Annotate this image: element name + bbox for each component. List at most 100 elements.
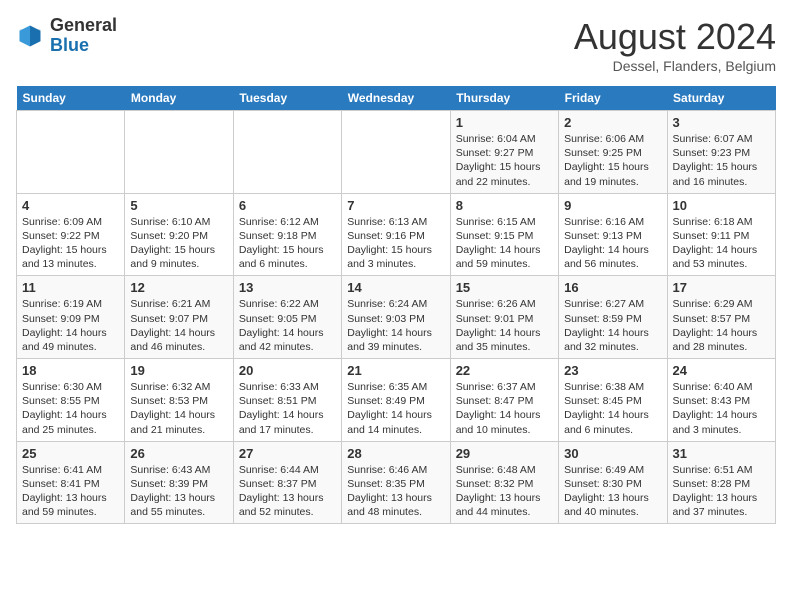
day-number: 10 (673, 198, 770, 213)
logo-blue-text: Blue (50, 35, 89, 55)
day-number: 8 (456, 198, 553, 213)
day-cell: 20 Sunrise: 6:33 AM Sunset: 8:51 PM Dayli… (233, 359, 341, 442)
day-number: 9 (564, 198, 661, 213)
day-cell: 27 Sunrise: 6:44 AM Sunset: 8:37 PM Dayli… (233, 441, 341, 524)
day-info: Sunrise: 6:49 AM Sunset: 8:30 PM Dayligh… (564, 463, 661, 520)
day-number: 13 (239, 280, 336, 295)
day-info: Sunrise: 6:13 AM Sunset: 9:16 PM Dayligh… (347, 215, 444, 272)
day-info: Sunrise: 6:38 AM Sunset: 8:45 PM Dayligh… (564, 380, 661, 437)
day-info: Sunrise: 6:19 AM Sunset: 9:09 PM Dayligh… (22, 297, 119, 354)
day-cell: 24Sunrise: 6:40 AM Sunset: 8:43 PM Dayli… (667, 359, 775, 442)
day-cell: 21Sunrise: 6:35 AM Sunset: 8:49 PM Dayli… (342, 359, 450, 442)
calendar-header: SundayMondayTuesdayWednesdayThursdayFrid… (17, 86, 776, 111)
day-cell: 22 Sunrise: 6:37 AM Sunset: 8:47 PM Dayli… (450, 359, 558, 442)
day-cell: 10Sunrise: 6:18 AM Sunset: 9:11 PM Dayli… (667, 193, 775, 276)
day-info: Sunrise: 6:29 AM Sunset: 8:57 PM Dayligh… (673, 297, 770, 354)
logo-icon (16, 22, 44, 50)
day-info: Sunrise: 6:21 AM Sunset: 9:07 PM Dayligh… (130, 297, 227, 354)
calendar-body: 1Sunrise: 6:04 AM Sunset: 9:27 PM Daylig… (17, 111, 776, 524)
day-cell: 31Sunrise: 6:51 AM Sunset: 8:28 PM Dayli… (667, 441, 775, 524)
day-cell: 26 Sunrise: 6:43 AM Sunset: 8:39 PM Dayli… (125, 441, 233, 524)
week-row-3: 11 Sunrise: 6:19 AM Sunset: 9:09 PM Dayli… (17, 276, 776, 359)
header-cell-tuesday: Tuesday (233, 86, 341, 111)
day-number: 11 (22, 280, 119, 295)
day-number: 5 (130, 198, 227, 213)
day-info: Sunrise: 6:44 AM Sunset: 8:37 PM Dayligh… (239, 463, 336, 520)
day-number: 30 (564, 446, 661, 461)
week-row-2: 4 Sunrise: 6:09 AM Sunset: 9:22 PM Daylig… (17, 193, 776, 276)
day-info: Sunrise: 6:22 AM Sunset: 9:05 PM Dayligh… (239, 297, 336, 354)
day-number: 3 (673, 115, 770, 130)
day-info: Sunrise: 6:09 AM Sunset: 9:22 PM Dayligh… (22, 215, 119, 272)
day-info: Sunrise: 6:12 AM Sunset: 9:18 PM Dayligh… (239, 215, 336, 272)
day-info: Sunrise: 6:16 AM Sunset: 9:13 PM Dayligh… (564, 215, 661, 272)
day-info: Sunrise: 6:32 AM Sunset: 8:53 PM Dayligh… (130, 380, 227, 437)
day-cell: 15 Sunrise: 6:26 AM Sunset: 9:01 PM Dayli… (450, 276, 558, 359)
day-cell: 30 Sunrise: 6:49 AM Sunset: 8:30 PM Dayli… (559, 441, 667, 524)
day-cell: 19 Sunrise: 6:32 AM Sunset: 8:53 PM Dayli… (125, 359, 233, 442)
day-info: Sunrise: 6:06 AM Sunset: 9:25 PM Dayligh… (564, 132, 661, 189)
day-cell: 17 Sunrise: 6:29 AM Sunset: 8:57 PM Dayli… (667, 276, 775, 359)
day-number: 24 (673, 363, 770, 378)
day-cell: 12 Sunrise: 6:21 AM Sunset: 9:07 PM Dayli… (125, 276, 233, 359)
day-number: 17 (673, 280, 770, 295)
header-cell-wednesday: Wednesday (342, 86, 450, 111)
day-cell: 14Sunrise: 6:24 AM Sunset: 9:03 PM Dayli… (342, 276, 450, 359)
day-number: 18 (22, 363, 119, 378)
day-info: Sunrise: 6:33 AM Sunset: 8:51 PM Dayligh… (239, 380, 336, 437)
header-row: SundayMondayTuesdayWednesdayThursdayFrid… (17, 86, 776, 111)
day-number: 2 (564, 115, 661, 130)
logo: General Blue (16, 16, 117, 56)
day-cell: 9 Sunrise: 6:16 AM Sunset: 9:13 PM Daylig… (559, 193, 667, 276)
location-subtitle: Dessel, Flanders, Belgium (574, 58, 776, 74)
week-row-5: 25 Sunrise: 6:41 AM Sunset: 8:41 PM Dayli… (17, 441, 776, 524)
day-cell: 23Sunrise: 6:38 AM Sunset: 8:45 PM Dayli… (559, 359, 667, 442)
day-number: 12 (130, 280, 227, 295)
day-info: Sunrise: 6:37 AM Sunset: 8:47 PM Dayligh… (456, 380, 553, 437)
day-cell (342, 111, 450, 194)
week-row-1: 1Sunrise: 6:04 AM Sunset: 9:27 PM Daylig… (17, 111, 776, 194)
day-cell: 11 Sunrise: 6:19 AM Sunset: 9:09 PM Dayli… (17, 276, 125, 359)
header-cell-saturday: Saturday (667, 86, 775, 111)
day-cell: 8 Sunrise: 6:15 AM Sunset: 9:15 PM Daylig… (450, 193, 558, 276)
day-cell: 4 Sunrise: 6:09 AM Sunset: 9:22 PM Daylig… (17, 193, 125, 276)
day-number: 19 (130, 363, 227, 378)
day-number: 15 (456, 280, 553, 295)
day-number: 26 (130, 446, 227, 461)
calendar-table: SundayMondayTuesdayWednesdayThursdayFrid… (16, 86, 776, 524)
day-cell: 16Sunrise: 6:27 AM Sunset: 8:59 PM Dayli… (559, 276, 667, 359)
day-number: 27 (239, 446, 336, 461)
day-number: 25 (22, 446, 119, 461)
month-title: August 2024 (574, 16, 776, 58)
day-info: Sunrise: 6:43 AM Sunset: 8:39 PM Dayligh… (130, 463, 227, 520)
week-row-4: 18Sunrise: 6:30 AM Sunset: 8:55 PM Dayli… (17, 359, 776, 442)
day-cell: 6 Sunrise: 6:12 AM Sunset: 9:18 PM Daylig… (233, 193, 341, 276)
day-info: Sunrise: 6:26 AM Sunset: 9:01 PM Dayligh… (456, 297, 553, 354)
day-cell: 5 Sunrise: 6:10 AM Sunset: 9:20 PM Daylig… (125, 193, 233, 276)
day-cell: 7Sunrise: 6:13 AM Sunset: 9:16 PM Daylig… (342, 193, 450, 276)
day-cell (233, 111, 341, 194)
title-area: August 2024 Dessel, Flanders, Belgium (574, 16, 776, 74)
day-cell: 13 Sunrise: 6:22 AM Sunset: 9:05 PM Dayli… (233, 276, 341, 359)
day-cell: 29Sunrise: 6:48 AM Sunset: 8:32 PM Dayli… (450, 441, 558, 524)
page-header: General Blue August 2024 Dessel, Flander… (16, 16, 776, 74)
header-cell-sunday: Sunday (17, 86, 125, 111)
day-cell: 1Sunrise: 6:04 AM Sunset: 9:27 PM Daylig… (450, 111, 558, 194)
day-number: 31 (673, 446, 770, 461)
day-cell: 25 Sunrise: 6:41 AM Sunset: 8:41 PM Dayli… (17, 441, 125, 524)
day-number: 4 (22, 198, 119, 213)
day-number: 22 (456, 363, 553, 378)
day-number: 20 (239, 363, 336, 378)
day-number: 6 (239, 198, 336, 213)
day-number: 16 (564, 280, 661, 295)
day-number: 1 (456, 115, 553, 130)
day-info: Sunrise: 6:41 AM Sunset: 8:41 PM Dayligh… (22, 463, 119, 520)
day-number: 29 (456, 446, 553, 461)
day-info: Sunrise: 6:46 AM Sunset: 8:35 PM Dayligh… (347, 463, 444, 520)
day-info: Sunrise: 6:15 AM Sunset: 9:15 PM Dayligh… (456, 215, 553, 272)
day-number: 28 (347, 446, 444, 461)
day-number: 14 (347, 280, 444, 295)
header-cell-monday: Monday (125, 86, 233, 111)
day-info: Sunrise: 6:10 AM Sunset: 9:20 PM Dayligh… (130, 215, 227, 272)
header-cell-thursday: Thursday (450, 86, 558, 111)
